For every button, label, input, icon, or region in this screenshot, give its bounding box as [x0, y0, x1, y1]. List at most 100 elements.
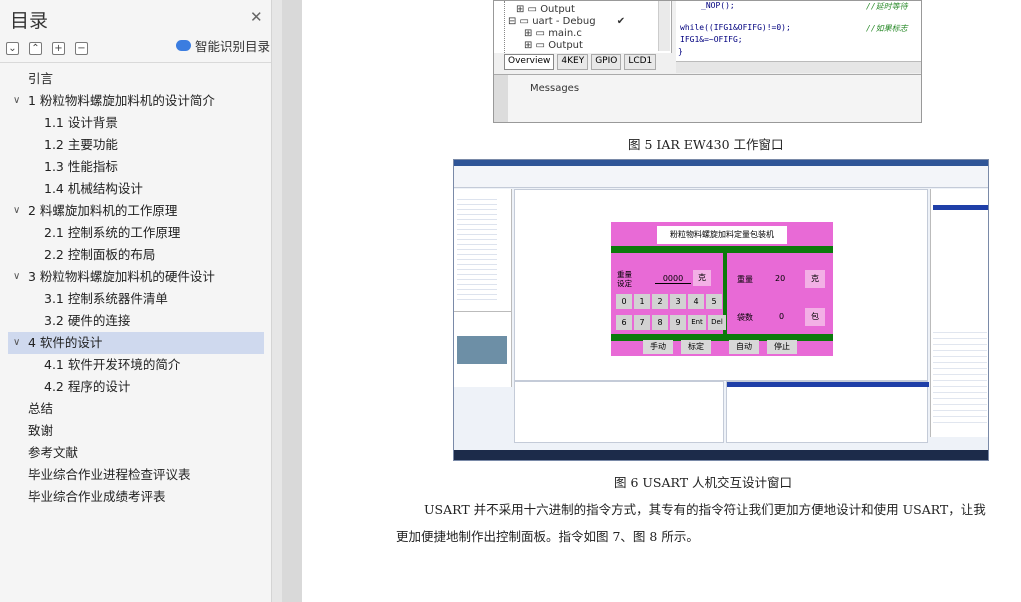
chevron-down-icon[interactable]: ∨: [13, 200, 23, 222]
keypad-key[interactable]: 0: [616, 294, 632, 309]
messages-pane: Messages: [494, 74, 921, 122]
sidebar-title: 目录: [10, 10, 49, 32]
toc-item-label: 1.3 性能指标: [44, 159, 118, 174]
toc-item-label: 1.1 设计背景: [44, 115, 118, 130]
unit-gram-label: 克: [693, 270, 711, 286]
tab-lcd[interactable]: LCD1: [624, 54, 657, 70]
stop-button[interactable]: 停止: [767, 340, 797, 354]
figure-usart-window: 粉粒物料螺旋加料定量包装机 重量 设定 0000 克 0 1 2 3 4 5 6…: [453, 159, 989, 461]
ai-toc-label: 智能识别目录: [195, 39, 271, 54]
toc-item[interactable]: ∨ 2 料螺旋加料机的工作原理: [8, 200, 264, 222]
weight-label: 重量: [737, 275, 753, 284]
toc-item[interactable]: 引言: [8, 68, 264, 90]
toc-item[interactable]: ∨ 1 粉粒物料螺旋加料机的设计简介: [8, 90, 264, 112]
ai-toc-button[interactable]: 智能识别目录: [176, 36, 270, 55]
code-line: IFG1&=~OFIFG;: [680, 35, 743, 44]
messages-label: Messages: [530, 83, 580, 94]
keypad-enter-key[interactable]: Ent: [688, 315, 706, 330]
manual-button[interactable]: 手动: [643, 340, 673, 354]
properties-panel: [930, 317, 988, 437]
toc-item[interactable]: 1.4 机械结构设计: [8, 178, 264, 200]
keypad-row-1: 0 1 2 3 4 5: [616, 294, 722, 309]
toc-item-label: 2.2 控制面板的布局: [44, 247, 156, 262]
remove-icon[interactable]: −: [75, 42, 88, 55]
toc-item[interactable]: 总结: [8, 398, 264, 420]
auto-button[interactable]: 自动: [729, 340, 759, 354]
keypad-delete-key[interactable]: Del: [708, 315, 726, 330]
weight-setting-value[interactable]: 0000: [655, 274, 691, 284]
tab-4key[interactable]: 4KEY: [557, 54, 589, 70]
keypad-key[interactable]: 9: [670, 315, 686, 330]
body-paragraph-line: 更加便捷地制作出控制面板。指令如图 7、图 8 所示。: [396, 529, 699, 544]
workspace-tree: ⊞ ▭ Output ⊟ ▭ uart - Debug ✔ ⊞ ▭ main.c…: [494, 1, 672, 53]
chevron-down-icon[interactable]: ∨: [13, 90, 23, 112]
toc-item[interactable]: 致谢: [8, 420, 264, 442]
add-icon[interactable]: +: [52, 42, 65, 55]
keypad-key[interactable]: 8: [652, 315, 668, 330]
editor-hscrollbar[interactable]: [676, 61, 921, 73]
toc-item[interactable]: 4.2 程序的设计: [8, 376, 264, 398]
toc-list: 引言 ∨ 1 粉粒物料螺旋加料机的设计简介 1.1 设计背景 1.2 主要功能 1…: [8, 68, 264, 508]
hmi-title: 粉粒物料螺旋加料定量包装机: [657, 226, 787, 244]
toc-item[interactable]: 参考文献: [8, 442, 264, 464]
chevron-down-icon[interactable]: ∨: [13, 332, 23, 354]
toc-item[interactable]: 3.1 控制系统器件清单: [8, 288, 264, 310]
keypad-key[interactable]: 5: [706, 294, 722, 309]
toc-item[interactable]: 1.2 主要功能: [8, 134, 264, 156]
keypad-key[interactable]: 2: [652, 294, 668, 309]
toc-item-label: 4.1 软件开发环境的简介: [44, 357, 181, 372]
chevron-down-icon[interactable]: ∨: [13, 266, 23, 288]
toc-item-label: 3.2 硬件的连接: [44, 313, 131, 328]
keypad-key[interactable]: 3: [670, 294, 686, 309]
code-editor[interactable]: _NOP(); while((IFG1&OFIFG)!=0); IFG1&=~O…: [676, 1, 921, 61]
taskbar: [454, 450, 988, 460]
toc-item-label: 1.2 主要功能: [44, 137, 118, 152]
weight-value: 20: [775, 274, 786, 283]
tree-item: ⊞ ▭ Output: [516, 4, 575, 15]
keypad-key[interactable]: 4: [688, 294, 704, 309]
hmi-green-bar: [611, 246, 833, 253]
document-scroll-gutter[interactable]: [282, 0, 302, 602]
event-code-panel: [726, 381, 929, 443]
toc-item[interactable]: 3.2 硬件的连接: [8, 310, 264, 332]
toc-item[interactable]: 1.3 性能指标: [8, 156, 264, 178]
tree-scrollbar[interactable]: [658, 1, 670, 51]
toc-item-label: 致谢: [28, 423, 54, 438]
toc-item[interactable]: 2.2 控制面板的布局: [8, 244, 264, 266]
tab-gpio[interactable]: GPIO: [591, 54, 622, 70]
keypad-key[interactable]: 6: [616, 315, 632, 330]
toc-item-label: 参考文献: [28, 445, 79, 460]
toc-item-label: 引言: [28, 71, 54, 86]
workspace-tabs: Overview 4KEY GPIO LCD1: [504, 54, 657, 70]
toc-item-label: 3 粉粒物料螺旋加料机的硬件设计: [28, 269, 215, 284]
calibrate-button[interactable]: 标定: [681, 340, 711, 354]
tree-item: ⊟ ▭ uart - Debug ✔: [508, 16, 626, 27]
toc-item[interactable]: 毕业综合作业成绩考评表: [8, 486, 264, 508]
selected-page-row[interactable]: [933, 205, 988, 210]
toc-item-label: 总结: [28, 401, 54, 416]
collapse-all-icon[interactable]: ⌄: [6, 42, 19, 55]
page-list-panel: [930, 189, 988, 317]
toc-item-active[interactable]: ∨ 4 软件的设计: [8, 332, 264, 354]
tab-overview[interactable]: Overview: [504, 54, 555, 70]
code-line: _NOP();: [701, 1, 735, 10]
toc-item[interactable]: 2.1 控制系统的工作原理: [8, 222, 264, 244]
toc-item[interactable]: 1.1 设计背景: [8, 112, 264, 134]
close-icon[interactable]: ✕: [250, 8, 263, 26]
figure-caption: 图 6 USART 人机交互设计窗口: [614, 475, 793, 490]
keypad-key[interactable]: 7: [634, 315, 650, 330]
toc-item[interactable]: 毕业综合作业进程检查评议表: [8, 464, 264, 486]
figure-iar-window: ⊞ ▭ Output ⊟ ▭ uart - Debug ✔ ⊞ ▭ main.c…: [493, 0, 922, 123]
toc-item[interactable]: ∨ 3 粉粒物料螺旋加料机的硬件设计: [8, 266, 264, 288]
keypad-key[interactable]: 1: [634, 294, 650, 309]
window-toolbar: [454, 166, 988, 188]
toc-item-label: 1 粉粒物料螺旋加料机的设计简介: [28, 93, 215, 108]
hmi-panel: 粉粒物料螺旋加料定量包装机 重量 设定 0000 克 0 1 2 3 4 5 6…: [611, 222, 833, 356]
image-panel: [454, 311, 512, 387]
output-panel: [514, 381, 724, 443]
toc-item[interactable]: 4.1 软件开发环境的简介: [8, 354, 264, 376]
design-canvas[interactable]: 粉粒物料螺旋加料定量包装机 重量 设定 0000 克 0 1 2 3 4 5 6…: [514, 189, 928, 381]
expand-up-icon[interactable]: ⌃: [29, 42, 42, 55]
toc-item-label: 2 料螺旋加料机的工作原理: [28, 203, 178, 218]
keypad-row-2: 6 7 8 9 Ent Del: [616, 315, 726, 330]
